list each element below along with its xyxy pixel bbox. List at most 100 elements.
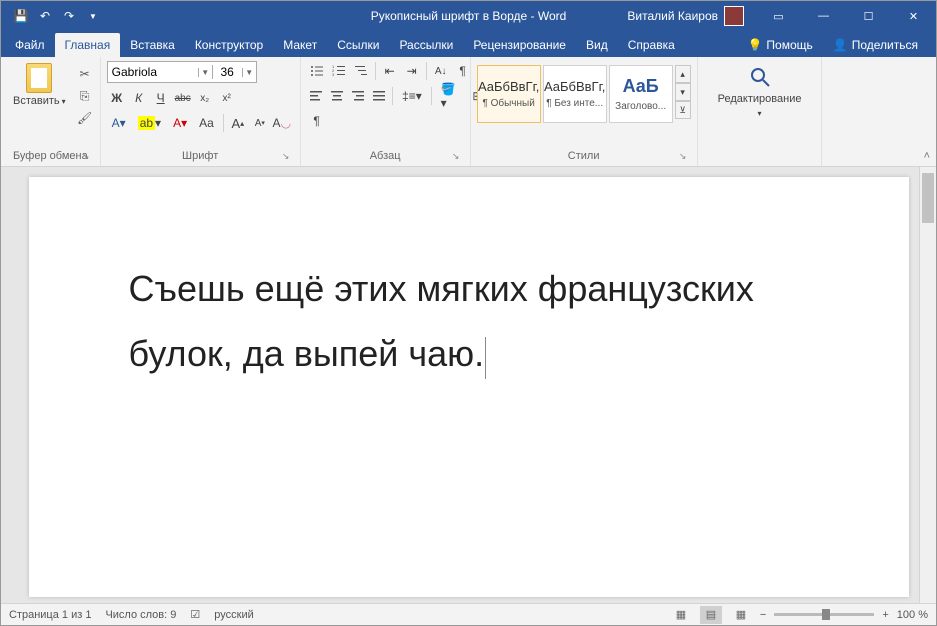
zoom-out-button[interactable]: − — [760, 609, 766, 621]
read-mode-icon[interactable]: ▦ — [670, 606, 692, 624]
page-indicator[interactable]: Страница 1 из 1 — [9, 609, 91, 621]
font-name-input[interactable] — [108, 65, 198, 79]
collapse-ribbon-icon[interactable]: ˄ — [924, 150, 930, 162]
styles-launcher-icon[interactable]: ↘ — [677, 150, 689, 162]
editing-button[interactable]: Редактирование ▾ — [718, 65, 802, 158]
web-layout-icon[interactable]: ▦ — [730, 606, 752, 624]
grow-font-button[interactable]: A▴ — [228, 113, 248, 133]
tab-design[interactable]: Конструктор — [185, 33, 273, 57]
font-color-button[interactable]: A▾ — [168, 113, 192, 133]
tab-insert[interactable]: Вставка — [120, 33, 185, 57]
show-marks-button[interactable]: ¶ — [453, 61, 473, 81]
numbering-button[interactable]: 123 — [329, 61, 349, 81]
tab-view[interactable]: Вид — [576, 33, 618, 57]
align-left-button[interactable] — [307, 86, 326, 106]
tab-review[interactable]: Рецензирование — [463, 33, 576, 57]
share-icon: 👤 — [833, 38, 848, 52]
close-button[interactable]: ✕ — [891, 1, 936, 31]
tab-home[interactable]: Главная — [55, 33, 121, 57]
sort-button[interactable]: A↓ — [431, 61, 451, 81]
group-paragraph: 123 ⇤ ⇥ A↓ ¶ ‡≡▾ 🪣▾ — [301, 57, 471, 166]
scroll-thumb[interactable] — [922, 173, 934, 223]
indent-button[interactable]: ⇥ — [402, 61, 422, 81]
styles-scroll-down-icon[interactable]: ▾ — [675, 83, 691, 101]
change-case-button[interactable]: Aa — [194, 113, 219, 133]
font-launcher-icon[interactable]: ↘ — [280, 150, 292, 162]
line-spacing-button[interactable]: ‡≡▾ — [397, 86, 427, 106]
user-account[interactable]: Виталий Каиров — [627, 6, 744, 26]
tab-help[interactable]: Справка — [618, 33, 685, 57]
style-name: Заголово... — [615, 101, 666, 112]
style-heading[interactable]: АаБ Заголово... — [609, 65, 673, 123]
shrink-font-button[interactable]: A▾ — [250, 113, 270, 133]
autosave-icon[interactable]: 💾 — [13, 8, 29, 24]
tab-file[interactable]: Файл — [5, 33, 55, 57]
status-bar: Страница 1 из 1 Число слов: 9 ☑ русский … — [1, 603, 936, 625]
text-effects-button[interactable]: A▾ — [107, 113, 131, 133]
ribbon-tabs: Файл Главная Вставка Конструктор Макет С… — [1, 31, 936, 57]
justify-button[interactable] — [369, 86, 388, 106]
tab-layout[interactable]: Макет — [273, 33, 327, 57]
style-no-spacing[interactable]: АаБбВвГг, ¶ Без инте... — [543, 65, 607, 123]
multilevel-button[interactable] — [351, 61, 371, 81]
align-center-button[interactable] — [328, 86, 347, 106]
page[interactable]: Съешь ещё этих мягких французских булок,… — [29, 177, 909, 597]
zoom-in-button[interactable]: + — [882, 609, 888, 621]
tab-mailings[interactable]: Рассылки — [389, 33, 463, 57]
user-name: Виталий Каиров — [627, 9, 718, 23]
styles-scroll-up-icon[interactable]: ▴ — [675, 65, 691, 83]
maximize-button[interactable]: ☐ — [846, 1, 891, 31]
paste-button[interactable]: Вставить▾ — [7, 61, 72, 148]
clipboard-launcher-icon[interactable]: ↘ — [80, 150, 92, 162]
minimize-button[interactable]: ― — [801, 1, 846, 31]
zoom-slider[interactable] — [774, 613, 874, 616]
undo-icon[interactable]: ↶ — [37, 8, 53, 24]
strike-button[interactable]: abc — [173, 88, 193, 108]
avatar — [724, 6, 744, 26]
styles-more-icon[interactable]: ⊻ — [675, 101, 691, 119]
clipboard-icon — [26, 63, 52, 93]
redo-icon[interactable]: ↷ — [61, 8, 77, 24]
subscript-button[interactable]: x₂ — [195, 88, 215, 108]
bullets-button[interactable] — [307, 61, 327, 81]
text-content: Съешь ещё этих мягких французских булок,… — [129, 268, 754, 374]
tab-references[interactable]: Ссылки — [327, 33, 389, 57]
zoom-level[interactable]: 100 % — [897, 609, 928, 621]
paragraph-launcher-icon[interactable]: ↘ — [450, 150, 462, 162]
format-painter-icon[interactable]: 🖌 — [76, 109, 94, 127]
document-area: Съешь ещё этих мягких французских булок,… — [1, 167, 936, 603]
align-right-button[interactable] — [348, 86, 367, 106]
paragraph-marks-button[interactable]: ¶ — [307, 111, 327, 131]
superscript-button[interactable]: x² — [217, 88, 237, 108]
spellcheck-icon[interactable]: ☑ — [190, 608, 200, 621]
tell-me-button[interactable]: 💡 Помощь — [737, 33, 822, 57]
share-button[interactable]: 👤 Поделиться — [823, 33, 928, 57]
tell-me-label: Помощь — [766, 38, 812, 52]
group-font: ▼ ▼ Ж К Ч abc x₂ x² A▾ ab▾ A▾ — [101, 57, 301, 166]
highlight-button[interactable]: ab▾ — [133, 113, 166, 133]
qat-customize-icon[interactable]: ▼ — [85, 8, 101, 24]
clear-format-button[interactable]: A◡ — [272, 113, 292, 133]
copy-icon[interactable]: ⎘ — [76, 87, 94, 105]
document-text[interactable]: Съешь ещё этих мягких французских булок,… — [129, 257, 809, 387]
italic-button[interactable]: К — [129, 88, 149, 108]
bold-button[interactable]: Ж — [107, 88, 127, 108]
clipboard-group-label: Буфер обмена — [13, 150, 88, 162]
print-layout-icon[interactable]: ▤ — [700, 606, 722, 624]
paste-label: Вставить — [13, 95, 60, 107]
ribbon-display-icon[interactable]: ▭ — [756, 1, 801, 31]
shading-button[interactable]: 🪣▾ — [436, 86, 466, 106]
window-title: Рукописный шрифт в Ворде - Word — [371, 9, 567, 23]
underline-button[interactable]: Ч — [151, 88, 171, 108]
font-size-input[interactable] — [212, 65, 242, 79]
cut-icon[interactable]: ✂ — [76, 65, 94, 83]
vertical-scrollbar[interactable] — [919, 167, 936, 603]
font-size-dropdown-icon[interactable]: ▼ — [242, 68, 256, 77]
style-normal[interactable]: АаБбВвГг, ¶ Обычный — [477, 65, 541, 123]
text-cursor — [485, 337, 486, 379]
outdent-button[interactable]: ⇤ — [380, 61, 400, 81]
language-indicator[interactable]: русский — [214, 609, 253, 621]
word-count[interactable]: Число слов: 9 — [105, 609, 176, 621]
font-name-dropdown-icon[interactable]: ▼ — [198, 68, 212, 77]
group-styles: АаБбВвГг, ¶ Обычный АаБбВвГг, ¶ Без инте… — [471, 57, 698, 166]
